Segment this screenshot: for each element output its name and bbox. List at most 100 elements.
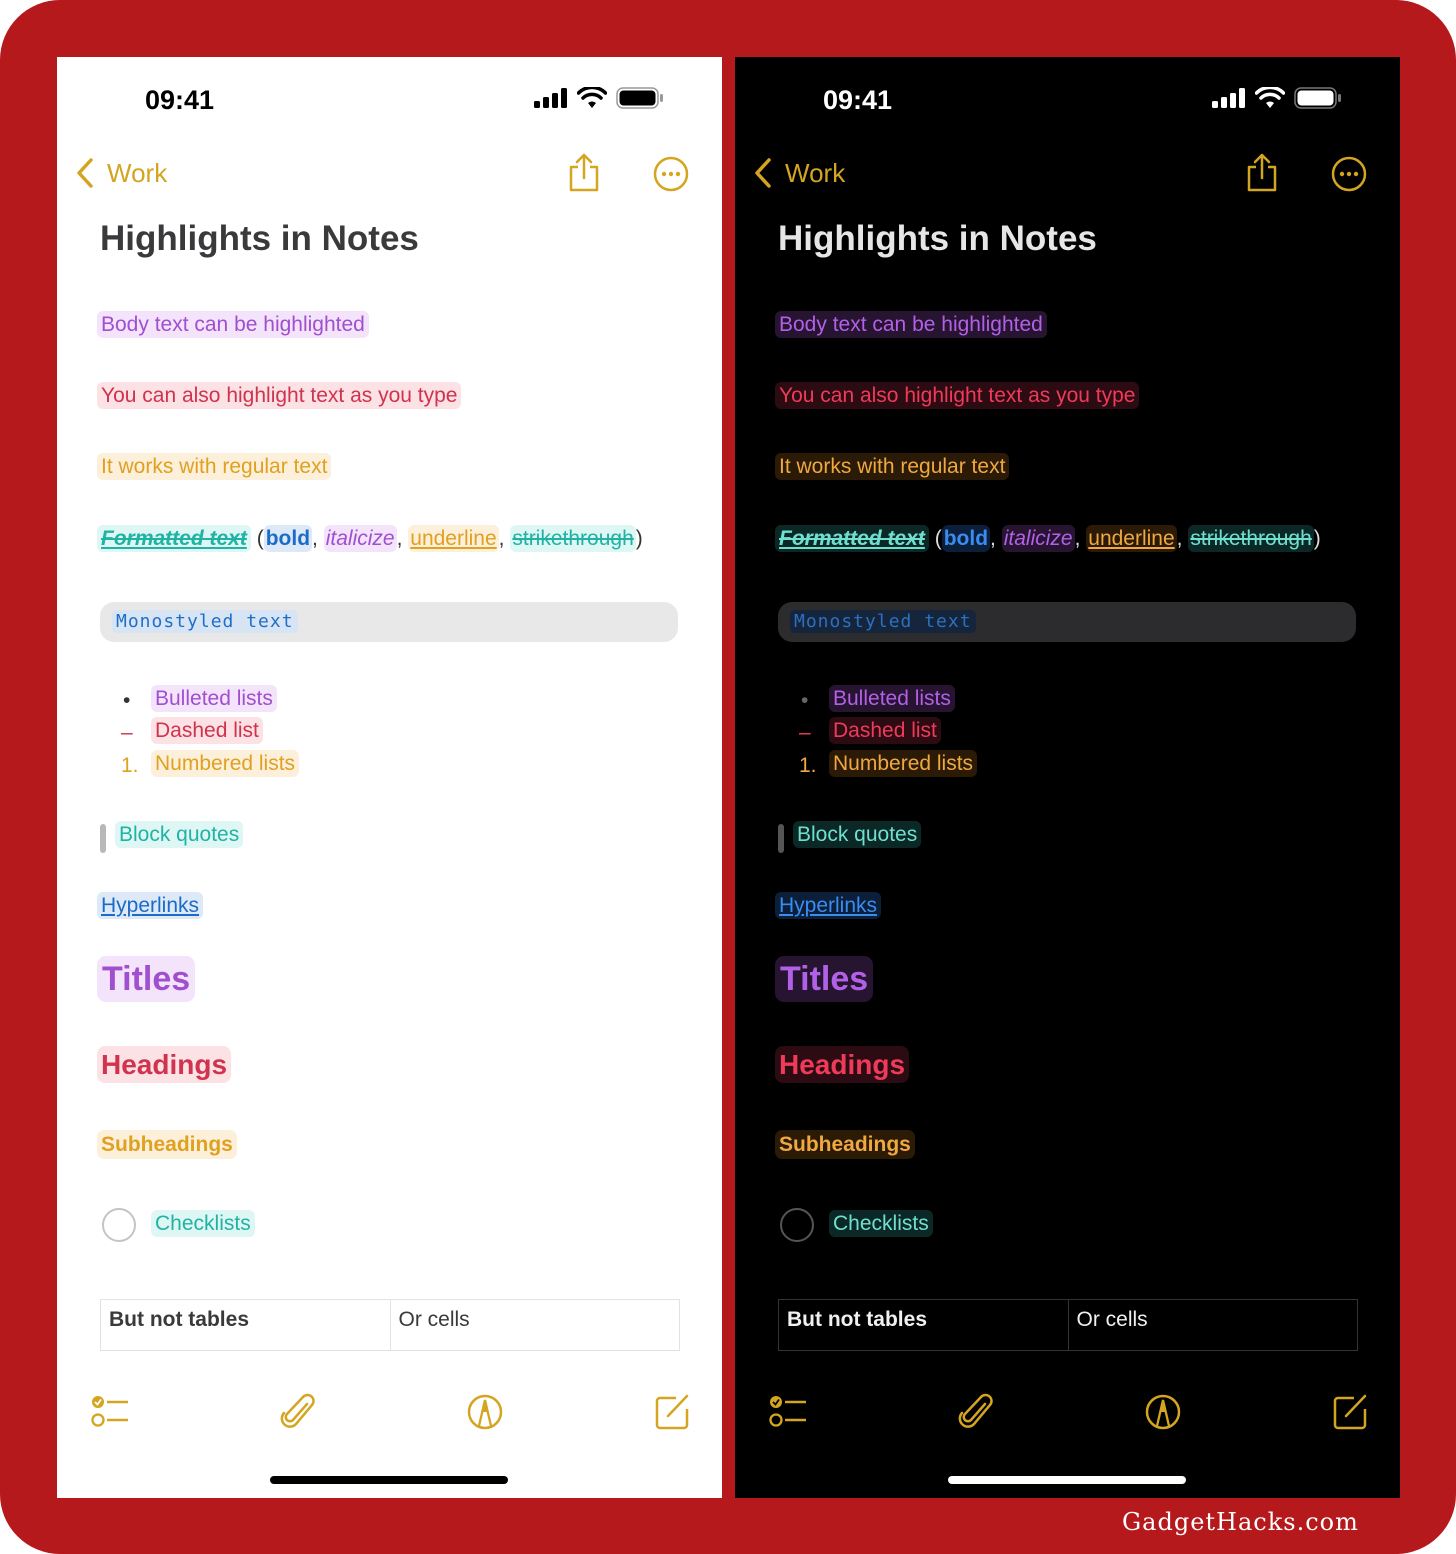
highlighted-body-text[interactable]: Body text can be highlighted: [775, 311, 1047, 338]
note-table: But not tables Or cells: [100, 1299, 680, 1351]
back-button[interactable]: Work: [753, 157, 845, 189]
compose-button[interactable]: [1330, 1392, 1370, 1437]
phone-light-mode: 09:41 Work Highlights in Notes Body text…: [57, 57, 722, 1498]
number-marker: 1.: [799, 754, 817, 777]
more-button[interactable]: [1330, 155, 1368, 198]
paperclip-icon: [958, 1393, 993, 1428]
formatted-text-line: Formatted text (bold, italicize, underli…: [97, 525, 643, 552]
markup-button[interactable]: [465, 1392, 505, 1437]
monostyled-text: Monostyled text: [790, 610, 976, 633]
more-button[interactable]: [652, 155, 690, 198]
markup-pen-icon: [467, 1394, 503, 1430]
strikethrough-text[interactable]: strikethrough: [510, 525, 636, 552]
strikethrough-text[interactable]: strikethrough: [1188, 525, 1314, 552]
heading-style-text[interactable]: Headings: [97, 1046, 232, 1083]
watermark: GadgetHacks.com: [1122, 1508, 1359, 1536]
highlighted-typed-text[interactable]: You can also highlight text as you type: [97, 382, 462, 409]
share-icon: [569, 153, 599, 192]
checklist-icon: [769, 1396, 806, 1427]
close-paren: ): [635, 527, 643, 550]
checklist-button[interactable]: [768, 1392, 808, 1437]
italic-text[interactable]: italicize: [1001, 525, 1075, 552]
checklist-checkbox[interactable]: [102, 1208, 136, 1242]
list-item-dashed[interactable]: Dashed list: [151, 717, 263, 744]
markup-pen-icon: [1145, 1394, 1181, 1430]
highlighted-typed-text[interactable]: You can also highlight text as you type: [775, 382, 1140, 409]
close-paren: ): [1313, 527, 1321, 550]
home-indicator[interactable]: [948, 1476, 1186, 1484]
table-cell[interactable]: Or cells: [389, 1300, 680, 1350]
wifi-icon: [1255, 87, 1285, 108]
underline-text[interactable]: underline: [1086, 525, 1177, 552]
bold-text[interactable]: bold: [941, 525, 991, 552]
heading-style-text[interactable]: Headings: [775, 1046, 910, 1083]
home-indicator[interactable]: [270, 1476, 508, 1484]
wifi-icon: [577, 87, 607, 108]
note-table: But not tables Or cells: [778, 1299, 1358, 1351]
attach-button[interactable]: [279, 1392, 319, 1437]
block-quote[interactable]: Block quotes: [793, 821, 922, 848]
underline-text[interactable]: underline: [408, 525, 499, 552]
bold-text[interactable]: bold: [263, 525, 313, 552]
back-label: Work: [107, 157, 168, 188]
subheading-style-text[interactable]: Subheadings: [775, 1130, 915, 1159]
bullet-marker: •: [123, 689, 131, 712]
compose-button[interactable]: [652, 1392, 692, 1437]
paperclip-icon: [280, 1393, 315, 1428]
note-title: Highlights in Notes: [100, 219, 419, 258]
formatted-text[interactable]: Formatted text: [97, 525, 251, 552]
compose-icon: [1333, 1394, 1367, 1430]
chevron-left-icon: [77, 158, 93, 188]
attach-button[interactable]: [957, 1392, 997, 1437]
highlighted-regular-text[interactable]: It works with regular text: [775, 453, 1010, 480]
italic-text[interactable]: italicize: [323, 525, 397, 552]
list-item-numbered[interactable]: Numbered lists: [151, 750, 300, 777]
status-time: 09:41: [145, 85, 215, 115]
share-button[interactable]: [567, 153, 601, 198]
table-cell[interactable]: But not tables: [779, 1300, 1068, 1350]
status-icons: [1212, 87, 1342, 109]
ellipsis-circle-icon: [653, 156, 689, 192]
list-item-dashed[interactable]: Dashed list: [829, 717, 941, 744]
comma: ,: [1074, 527, 1081, 550]
hyperlink[interactable]: Hyperlinks: [775, 892, 882, 919]
checklist-checkbox[interactable]: [780, 1208, 814, 1242]
comma: ,: [312, 527, 318, 550]
formatted-text-line: Formatted text (bold, italicize, underli…: [775, 525, 1321, 552]
compose-icon: [655, 1394, 689, 1430]
list-item-numbered[interactable]: Numbered lists: [829, 750, 978, 777]
cellular-signal-icon: [534, 88, 567, 108]
phone-dark-mode: 09:41 Work Highlights in Notes Body text…: [735, 57, 1400, 1498]
title-style-text[interactable]: Titles: [775, 956, 874, 1002]
hyperlink[interactable]: Hyperlinks: [97, 892, 204, 919]
checklist-button[interactable]: [90, 1392, 130, 1437]
number-marker: 1.: [121, 754, 139, 777]
highlighted-body-text[interactable]: Body text can be highlighted: [97, 311, 369, 338]
subheading-style-text[interactable]: Subheadings: [97, 1130, 237, 1159]
list-item-bulleted[interactable]: Bulleted lists: [829, 685, 955, 712]
checklist-item[interactable]: Checklists: [151, 1210, 255, 1237]
table-cell[interactable]: Or cells: [1067, 1300, 1358, 1350]
monostyled-block[interactable]: Monostyled text: [100, 602, 678, 642]
checklist-item[interactable]: Checklists: [829, 1210, 933, 1237]
bullet-marker: •: [801, 689, 809, 712]
ellipsis-circle-icon: [1331, 156, 1367, 192]
title-style-text[interactable]: Titles: [97, 956, 196, 1002]
share-button[interactable]: [1245, 153, 1279, 198]
markup-button[interactable]: [1143, 1392, 1183, 1437]
comma: ,: [396, 527, 403, 550]
formatted-text[interactable]: Formatted text: [775, 525, 929, 552]
highlighted-regular-text[interactable]: It works with regular text: [97, 453, 332, 480]
status-icons: [534, 87, 664, 109]
table-cell[interactable]: But not tables: [101, 1300, 390, 1350]
chevron-left-icon: [755, 158, 771, 188]
dash-marker: –: [121, 721, 133, 744]
block-quote-bar: [100, 824, 106, 853]
back-button[interactable]: Work: [75, 157, 167, 189]
back-label: Work: [785, 157, 846, 188]
monostyled-block[interactable]: Monostyled text: [778, 602, 1356, 642]
block-quote[interactable]: Block quotes: [115, 821, 244, 848]
open-paren: (: [256, 527, 264, 550]
list-item-bulleted[interactable]: Bulleted lists: [151, 685, 277, 712]
status-time: 09:41: [823, 85, 893, 115]
